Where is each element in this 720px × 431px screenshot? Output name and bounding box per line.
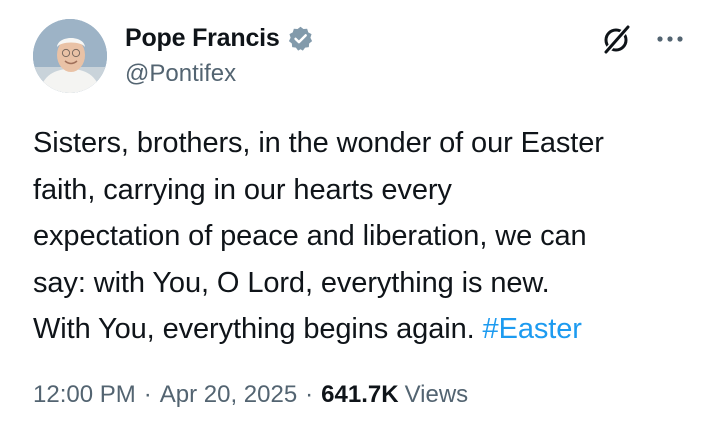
views-count[interactable]: 641.7K — [321, 381, 398, 409]
meta-separator: · — [143, 381, 152, 408]
author-name-row: Pope Francis — [125, 22, 314, 54]
tweet-meta: 12:00 PM · Apr 20, 2025 · 641.7K Views — [33, 381, 468, 409]
tweet-text-line: faith, carrying in our hearts every — [33, 173, 452, 206]
tweet-time[interactable]: 12:00 PM — [33, 381, 136, 409]
avatar[interactable] — [33, 19, 107, 93]
tweet-date[interactable]: Apr 20, 2025 — [160, 381, 297, 409]
author-name[interactable]: Pope Francis — [125, 24, 280, 53]
views-label[interactable]: Views — [405, 381, 469, 409]
grok-icon[interactable] — [600, 22, 634, 56]
tweet-text-last-line: With You, everything begins again. #East… — [33, 306, 698, 353]
author-handle[interactable]: @Pontifex — [125, 60, 236, 88]
tweet-text: Sisters, brothers, in the wonder of our … — [33, 120, 698, 353]
tweet-text-line: With You, everything begins again. — [33, 313, 475, 345]
tweet-text-line: Sisters, brothers, in the wonder of our … — [33, 127, 604, 159]
hashtag-link[interactable]: #Easter — [483, 313, 582, 345]
meta-separator: · — [305, 381, 314, 408]
tweet-text-line: expectation of peace and liberation, we … — [33, 220, 587, 252]
tweet-text-line: say: with You, O Lord, everything is new… — [33, 266, 550, 299]
verified-badge-icon[interactable] — [287, 25, 314, 52]
more-options-icon[interactable] — [655, 28, 687, 50]
tweet-card: Pope Francis @Pontifex Sisters, brothers… — [0, 0, 720, 431]
